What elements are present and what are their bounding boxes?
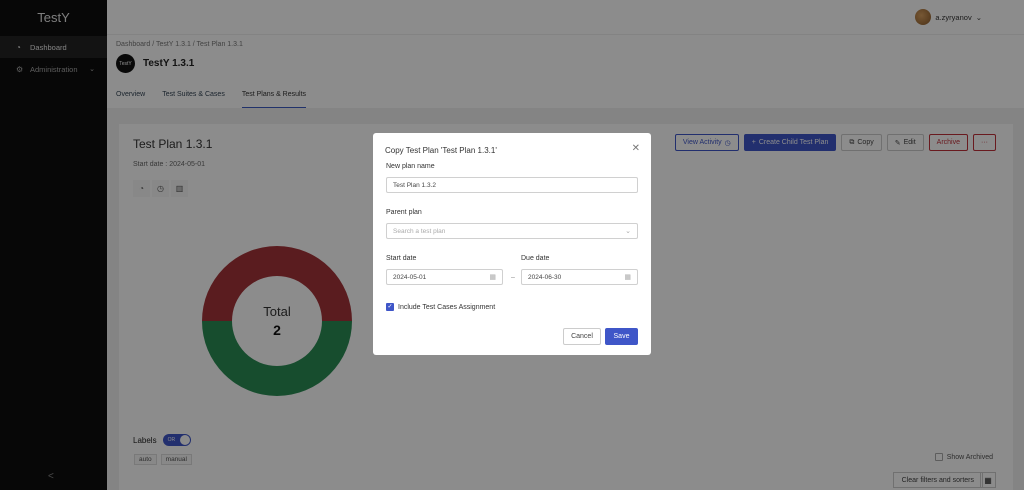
close-icon[interactable]: ✕ [632,143,640,154]
save-button[interactable]: Save [605,328,638,345]
checkmark-icon: ✓ [386,303,394,311]
include-test-cases-label: Include Test Cases Assignment [398,303,496,311]
date-range-separator: – [511,274,515,281]
parent-plan-label: Parent plan [386,209,422,216]
copy-plan-modal: Copy Test Plan 'Test Plan 1.3.1' ✕ New p… [373,133,651,355]
chevron-down-icon: ⌄ [625,228,631,235]
due-date-input[interactable]: 2024-06-30 ▦ [521,269,638,285]
new-plan-name-input[interactable]: Test Plan 1.3.2 [386,177,638,193]
modal-title: Copy Test Plan 'Test Plan 1.3.1' [385,146,497,155]
calendar-icon: ▦ [624,274,631,281]
calendar-icon: ▦ [489,274,496,281]
start-date-value: 2024-05-01 [393,273,427,281]
include-test-cases-checkbox[interactable]: ✓ Include Test Cases Assignment [386,303,495,311]
parent-plan-placeholder: Search a test plan [393,227,446,235]
new-plan-label: New plan name [386,163,435,170]
start-date-input[interactable]: 2024-05-01 ▦ [386,269,503,285]
cancel-button[interactable]: Cancel [563,328,601,345]
parent-plan-select[interactable]: Search a test plan ⌄ [386,223,638,239]
start-date-label: Start date [386,255,417,262]
due-date-value: 2024-06-30 [528,273,562,281]
due-date-label: Due date [521,255,550,262]
